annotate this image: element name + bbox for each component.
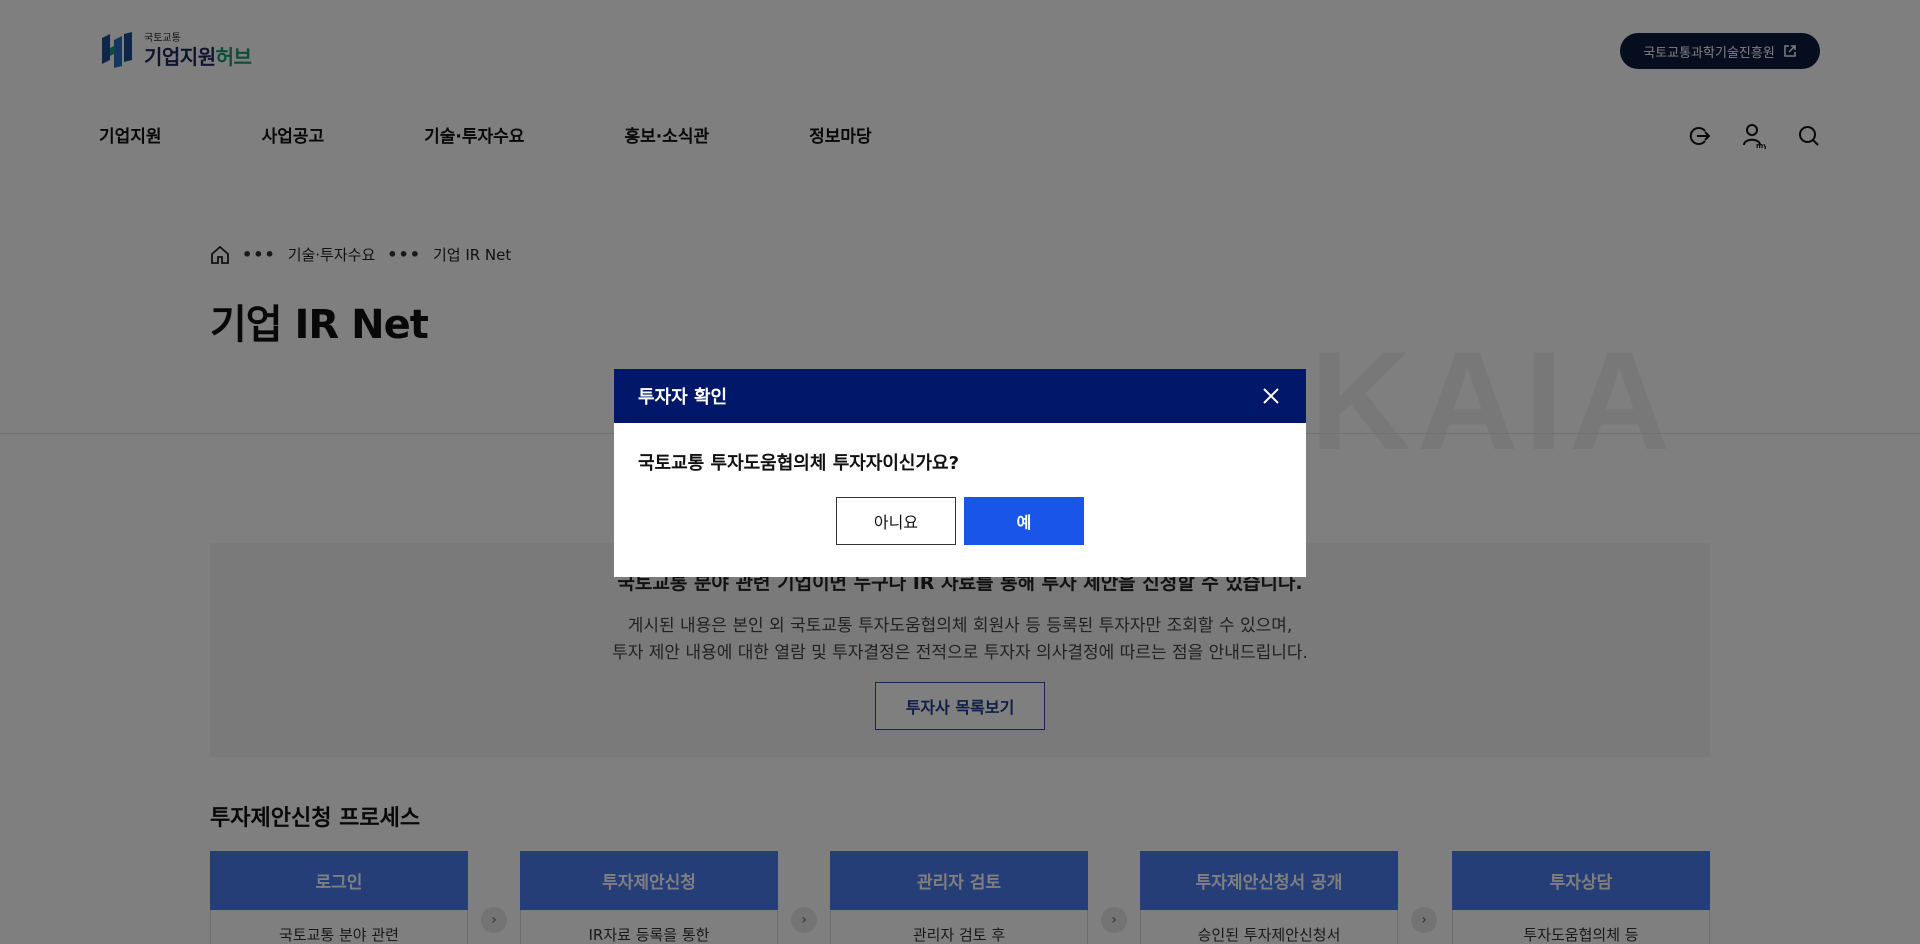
yes-button[interactable]: 예 <box>964 497 1084 545</box>
investor-confirm-modal: 투자자 확인 국토교통 투자도움협의체 투자자이신가요? 아니요 예 <box>614 369 1306 577</box>
modal-title: 투자자 확인 <box>638 387 728 408</box>
modal-close-button[interactable] <box>1260 385 1282 407</box>
modal-question: 국토교통 투자도움협의체 투자자이신가요? <box>638 453 960 474</box>
modal-header: 투자자 확인 <box>614 369 1306 423</box>
close-icon <box>1263 388 1279 404</box>
no-button[interactable]: 아니요 <box>836 497 956 545</box>
page: 국토교통 기업지원허브 국토교통과학기술진흥원 기업지원 사업공고 기술·투자수… <box>0 0 1920 944</box>
